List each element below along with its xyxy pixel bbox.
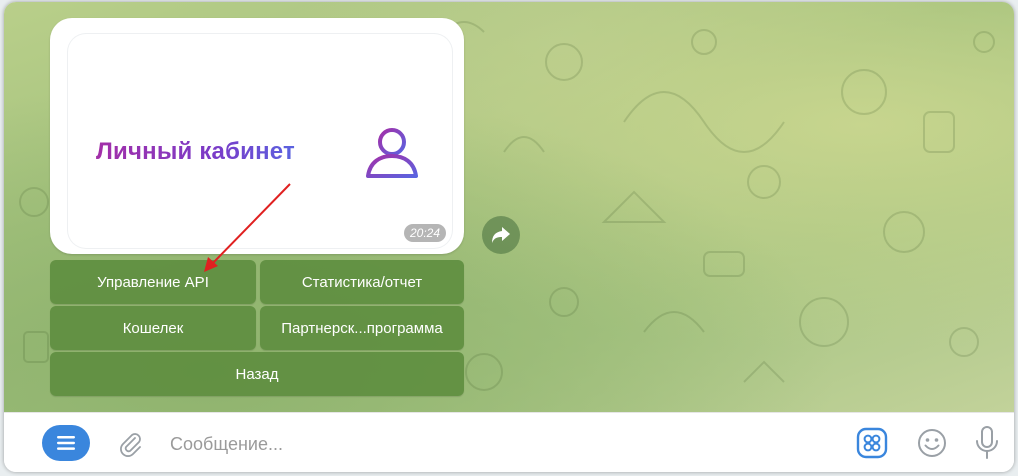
telegram-window: Личный кабинет 20:24 Управление API Стат… (4, 2, 1014, 472)
keyboard-button-api[interactable]: Управление API (50, 260, 256, 304)
share-button[interactable] (482, 216, 520, 254)
keyboard-button-back[interactable]: Назад (50, 352, 464, 396)
keyboard-button-stats[interactable]: Статистика/отчет (260, 260, 464, 304)
message-time: 20:24 (403, 224, 446, 242)
bot-menu-button[interactable] (42, 425, 90, 461)
keyboard-button-wallet[interactable]: Кошелек (50, 306, 256, 350)
photo-card[interactable]: Личный кабинет 20:24 (68, 34, 452, 248)
menu-icon (57, 436, 75, 450)
emoji-icon[interactable] (916, 427, 948, 459)
bot-keyboard-icon[interactable] (856, 427, 888, 459)
user-outline-icon (366, 128, 418, 178)
message-bubble: Личный кабинет 20:24 (50, 18, 464, 254)
chat-area: Личный кабинет 20:24 Управление API Стат… (4, 2, 1014, 412)
card-title: Личный кабинет (96, 138, 295, 165)
message-composer (4, 412, 1014, 472)
forward-arrow-icon (492, 227, 510, 243)
microphone-icon[interactable] (974, 425, 1000, 461)
paperclip-icon[interactable] (116, 429, 144, 457)
keyboard-button-partner[interactable]: Партнерск...программа (260, 306, 464, 350)
message-input[interactable] (168, 429, 772, 459)
